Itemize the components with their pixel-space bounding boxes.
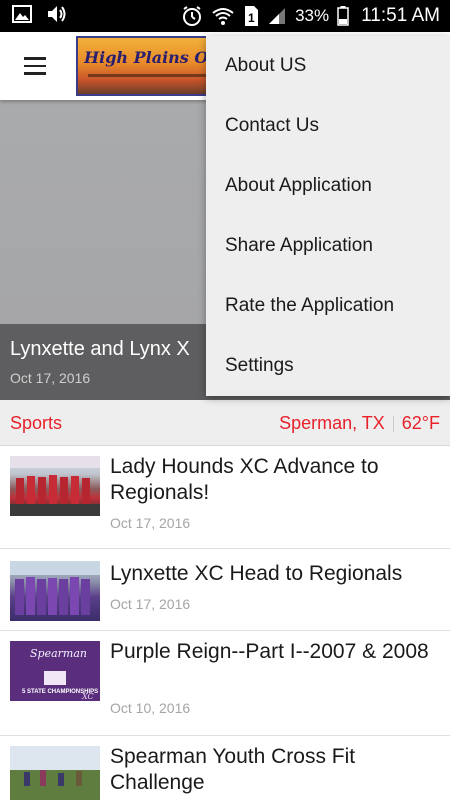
temperature-label: 62°F	[401, 413, 440, 433]
battery-icon	[337, 6, 349, 26]
location-label: Sperman, TX	[279, 413, 385, 433]
thumb-xc-text: XC	[81, 692, 94, 701]
list-item[interactable]: Spearman 5 STATE CHAMPIONSHIPS XC Purple…	[0, 631, 450, 736]
list-item[interactable]: Lynxette XC Head to Regionals Oct 17, 20…	[0, 549, 450, 631]
battery-percent: 33%	[295, 6, 330, 25]
article-list: Lady Hounds XC Advance to Regionals! Oct…	[0, 446, 450, 800]
article-thumbnail	[10, 746, 100, 800]
list-item[interactable]: Spearman Youth Cross Fit Challenge	[0, 736, 450, 800]
status-bar: 1 33% 11:51 AM	[0, 0, 450, 32]
article-title: Spearman Youth Cross Fit Challenge	[110, 745, 356, 794]
sim-icon: 1	[245, 6, 259, 26]
article-date: Oct 17, 2016	[110, 596, 191, 612]
thumb-spearman-text: Spearman	[30, 647, 87, 660]
menu-item-share-application[interactable]: Share Application	[206, 216, 450, 276]
featured-title: Lynxette and Lynx X	[10, 338, 190, 360]
divider	[392, 415, 394, 432]
list-item[interactable]: Lady Hounds XC Advance to Regionals! Oct…	[0, 446, 450, 549]
info-bar: Sports Sperman, TX 62°F	[0, 400, 450, 446]
menu-item-contact-us[interactable]: Contact Us	[206, 96, 450, 156]
menu-hamburger-icon[interactable]	[14, 48, 56, 84]
article-title: Lady Hounds XC Advance to Regionals!	[110, 455, 379, 504]
signal-icon	[269, 8, 286, 24]
weather-info: Sperman, TX 62°F	[279, 413, 440, 434]
article-date: Oct 10, 2016	[110, 700, 191, 716]
menu-item-about-application[interactable]: About Application	[206, 156, 450, 216]
featured-date: Oct 17, 2016	[10, 370, 91, 386]
menu-item-settings[interactable]: Settings	[206, 336, 450, 396]
alarm-icon	[183, 6, 202, 26]
status-time: 11:51 AM	[361, 5, 440, 26]
overflow-menu: About US Contact Us About Application Sh…	[206, 36, 450, 396]
article-title: Lynxette XC Head to Regionals	[110, 562, 403, 585]
status-bar-right: 1 33% 11:51 AM	[181, 4, 440, 28]
article-thumbnail	[10, 561, 100, 621]
article-date: Oct 17, 2016	[110, 515, 191, 531]
article-thumbnail: Spearman 5 STATE CHAMPIONSHIPS XC	[10, 641, 100, 701]
menu-item-about-us[interactable]: About US	[206, 36, 450, 96]
wifi-icon	[212, 8, 234, 25]
article-thumbnail	[10, 456, 100, 516]
image-icon	[12, 5, 32, 23]
svg-text:1: 1	[248, 11, 255, 25]
article-title: Purple Reign--Part I--2007 & 2008	[110, 640, 429, 663]
status-bar-left	[12, 4, 68, 24]
menu-item-rate-application[interactable]: Rate the Application	[206, 276, 450, 336]
volume-icon	[48, 6, 66, 22]
category-label[interactable]: Sports	[10, 413, 62, 434]
